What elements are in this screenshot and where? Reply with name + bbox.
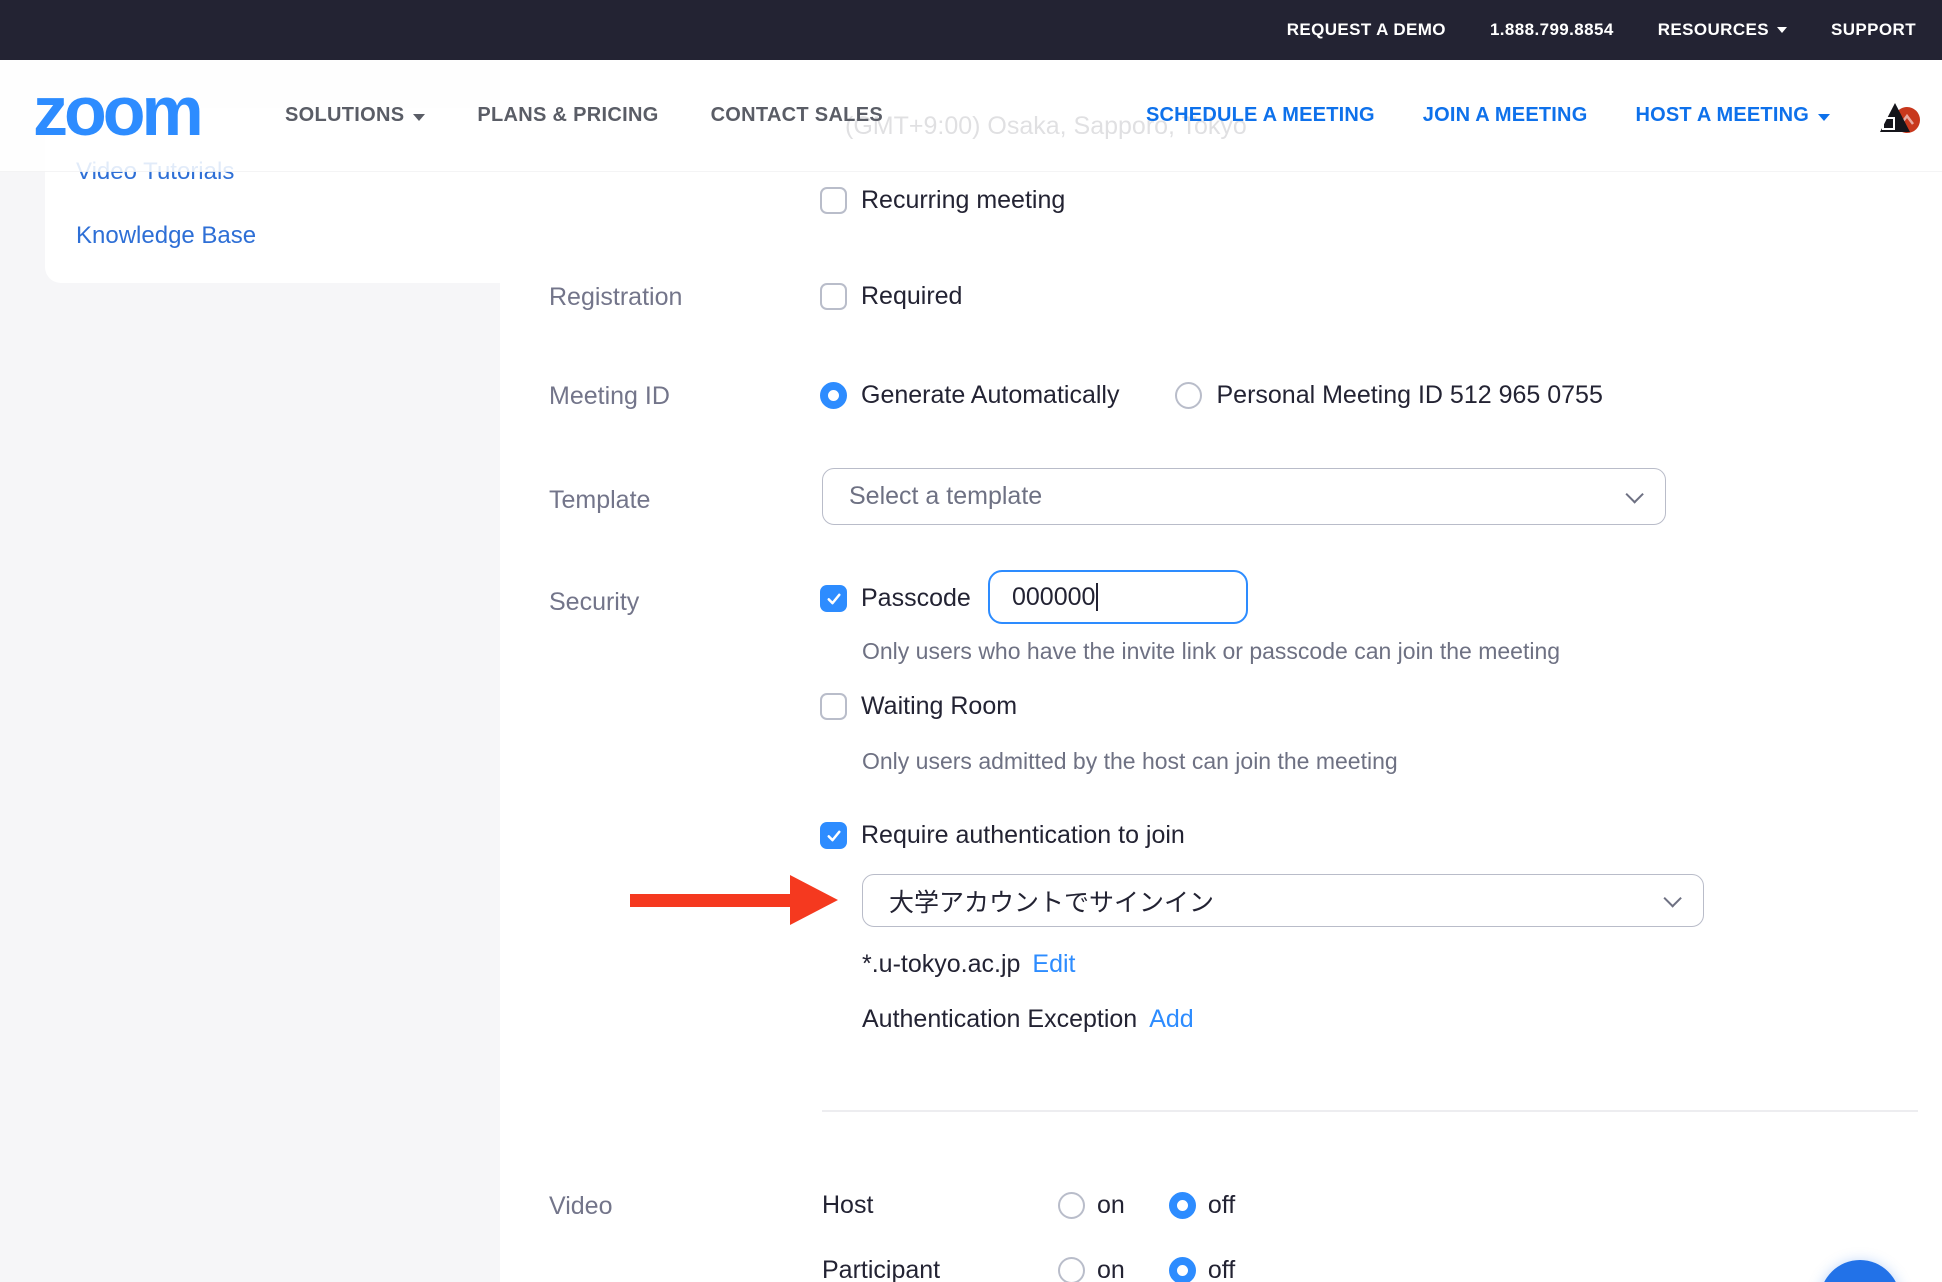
meeting-id-row: Generate Automatically Personal Meeting …	[820, 381, 1603, 410]
host-on-radio[interactable]	[1058, 1192, 1085, 1219]
join-meeting-link[interactable]: JOIN A MEETING	[1423, 104, 1588, 127]
auth-exception-row: Authentication Exception Add	[862, 1005, 1194, 1034]
auth-method-select-value: 大学アカウントでサインイン	[889, 883, 1214, 919]
participant-off-radio[interactable]	[1169, 1257, 1196, 1282]
zoom-logo[interactable]: zoom	[33, 71, 200, 151]
chevron-down-icon	[1663, 889, 1681, 907]
red-arrow-icon	[630, 872, 840, 928]
profile-avatar[interactable]	[1878, 95, 1920, 137]
solutions-menu[interactable]: SOLUTIONS	[285, 104, 425, 127]
registration-row: Required	[820, 282, 962, 311]
edit-link[interactable]: Edit	[1032, 950, 1075, 979]
participant-off-label: off	[1208, 1256, 1235, 1282]
help-fab-button[interactable]	[1820, 1260, 1900, 1282]
require-auth-label: Require authentication to join	[861, 821, 1185, 850]
schedule-meeting-link[interactable]: SCHEDULE A MEETING	[1146, 104, 1375, 127]
required-checkbox[interactable]	[820, 283, 847, 310]
support-link[interactable]: SUPPORT	[1831, 20, 1916, 40]
navbar-left-menu: SOLUTIONS PLANS & PRICING CONTACT SALES	[285, 60, 883, 171]
passcode-row: Passcode	[820, 584, 971, 613]
solutions-menu-label: SOLUTIONS	[285, 104, 404, 127]
caret-down-icon	[1818, 114, 1830, 121]
caret-down-icon	[1777, 27, 1787, 33]
host-meeting-menu-label: HOST A MEETING	[1635, 104, 1809, 127]
personal-meeting-id-radio[interactable]	[1175, 382, 1202, 409]
participant-on-radio[interactable]	[1058, 1257, 1085, 1282]
navbar: zoom SOLUTIONS PLANS & PRICING CONTACT S…	[0, 60, 1942, 172]
phone-number[interactable]: 1.888.799.8854	[1490, 20, 1614, 40]
personal-meeting-id-label: Personal Meeting ID 512 965 0755	[1216, 381, 1602, 410]
add-link[interactable]: Add	[1149, 1005, 1193, 1034]
auth-exception-label: Authentication Exception	[862, 1005, 1137, 1034]
host-label: Host	[822, 1191, 1046, 1220]
caret-down-icon	[413, 114, 425, 121]
waiting-room-checkbox[interactable]	[820, 693, 847, 720]
video-participant-row: Participant on off	[822, 1256, 1235, 1282]
passcode-checkbox[interactable]	[820, 585, 847, 612]
resources-menu[interactable]: RESOURCES	[1658, 20, 1787, 40]
plans-pricing-link[interactable]: PLANS & PRICING	[477, 104, 658, 127]
passcode-label: Passcode	[861, 584, 971, 613]
host-off-radio[interactable]	[1169, 1192, 1196, 1219]
host-on-label: on	[1097, 1191, 1125, 1220]
meeting-id-label: Meeting ID	[549, 382, 670, 411]
knowledge-base-link[interactable]: Knowledge Base	[76, 222, 256, 250]
waiting-room-label: Waiting Room	[861, 692, 1017, 721]
host-meeting-menu[interactable]: HOST A MEETING	[1635, 104, 1830, 127]
security-label: Security	[549, 588, 639, 617]
zoom-schedule-meeting-page: (GMT+9:00) Osaka, Sapporo, Tokyo Video T…	[0, 0, 1942, 1282]
waiting-room-helper-text: Only users admitted by the host can join…	[862, 748, 1398, 775]
mountain-avatar-image	[1878, 95, 1920, 137]
text-caret	[1096, 583, 1098, 611]
require-auth-row: Require authentication to join	[820, 821, 1185, 850]
recurring-meeting-label: Recurring meeting	[861, 186, 1065, 215]
video-label: Video	[549, 1192, 613, 1221]
contact-sales-link[interactable]: CONTACT SALES	[711, 104, 883, 127]
resources-menu-label: RESOURCES	[1658, 20, 1769, 40]
passcode-input-value: 000000	[1012, 583, 1095, 612]
registration-label: Registration	[549, 283, 682, 312]
recurring-meeting-checkbox[interactable]	[820, 187, 847, 214]
topbar: REQUEST A DEMO 1.888.799.8854 RESOURCES …	[0, 0, 1942, 60]
waiting-room-row: Waiting Room	[820, 692, 1017, 721]
passcode-input[interactable]: 000000	[988, 570, 1248, 624]
auth-domain-row: *.u-tokyo.ac.jp Edit	[862, 950, 1076, 979]
auth-method-select[interactable]: 大学アカウントでサインイン	[862, 874, 1704, 927]
recurring-meeting-row: Recurring meeting	[820, 186, 1065, 215]
generate-automatically-radio[interactable]	[820, 382, 847, 409]
request-demo-link[interactable]: REQUEST A DEMO	[1287, 20, 1446, 40]
video-host-row: Host on off	[822, 1191, 1235, 1220]
navbar-right-menu: SCHEDULE A MEETING JOIN A MEETING HOST A…	[1146, 60, 1920, 171]
passcode-helper-text: Only users who have the invite link or p…	[862, 638, 1560, 665]
auth-domain-text: *.u-tokyo.ac.jp	[862, 950, 1020, 979]
section-divider	[822, 1110, 1918, 1112]
template-select[interactable]: Select a template	[822, 468, 1666, 525]
checkmark-icon	[825, 827, 843, 845]
required-label: Required	[861, 282, 962, 311]
template-label: Template	[549, 486, 650, 515]
checkmark-icon	[825, 590, 843, 608]
template-select-value: Select a template	[849, 482, 1042, 511]
require-auth-checkbox[interactable]	[820, 822, 847, 849]
participant-on-label: on	[1097, 1256, 1125, 1282]
generate-automatically-label: Generate Automatically	[861, 381, 1119, 410]
host-off-label: off	[1208, 1191, 1235, 1220]
participant-label: Participant	[822, 1256, 1046, 1282]
chevron-down-icon	[1625, 485, 1643, 503]
